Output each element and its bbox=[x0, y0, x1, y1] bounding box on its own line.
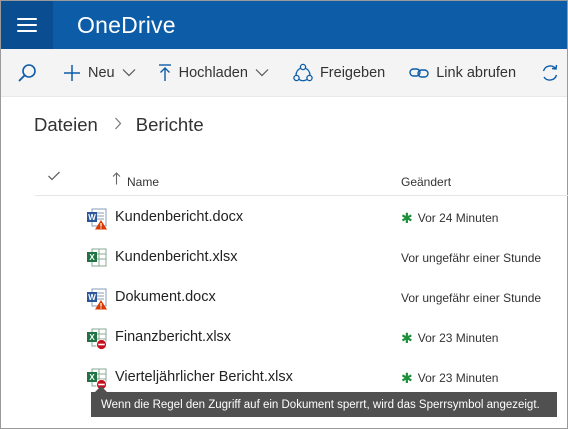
new-button-label: Neu bbox=[88, 64, 115, 81]
file-modified: Vor ungefähr einer Stunde bbox=[401, 291, 542, 305]
tooltip: Wenn die Regel den Zugriff auf ein Dokum… bbox=[91, 392, 557, 417]
file-row[interactable]: W Kundenbericht.docx ✱ Vor 24 Minuten bbox=[1, 197, 567, 237]
file-name[interactable]: Finanzbericht.xlsx bbox=[115, 329, 231, 345]
svg-text:X: X bbox=[89, 373, 95, 382]
breadcrumb: Dateien Berichte bbox=[34, 114, 204, 136]
excel-file-icon: X bbox=[87, 248, 107, 267]
breadcrumb-root[interactable]: Dateien bbox=[34, 114, 98, 136]
hamburger-icon bbox=[17, 17, 37, 33]
file-row[interactable]: X Finanzbericht.xlsx ✱ Vor 23 Minuten bbox=[1, 317, 567, 357]
word-file-icon: W bbox=[87, 208, 107, 230]
file-row[interactable]: W Dokument.docx Vor ungefähr einer Stund… bbox=[1, 277, 567, 317]
file-name[interactable]: Kundenbericht.docx bbox=[115, 209, 243, 225]
app-title[interactable]: OneDrive bbox=[77, 12, 176, 39]
file-modified: ✱ Vor 24 Minuten bbox=[401, 210, 499, 226]
new-button[interactable]: Neu bbox=[63, 49, 136, 96]
new-item-star-icon: ✱ bbox=[401, 370, 413, 386]
file-name[interactable]: Kundenbericht.xlsx bbox=[115, 249, 238, 265]
chevron-down-icon bbox=[255, 69, 269, 77]
svg-text:W: W bbox=[88, 293, 96, 302]
file-row[interactable]: X Vierteljährlicher Bericht.xlsx ✱ Vor 23… bbox=[1, 357, 567, 397]
file-modified: ✱ Vor 23 Minuten bbox=[401, 370, 499, 386]
search-button[interactable] bbox=[17, 49, 37, 96]
new-item-star-icon: ✱ bbox=[401, 210, 413, 226]
file-row[interactable]: X Kundenbericht.xlsx Vor ungefähr einer … bbox=[1, 237, 567, 277]
select-all-checkmark-icon[interactable] bbox=[47, 170, 61, 182]
file-modified: ✱ Vor 23 Minuten bbox=[401, 330, 499, 346]
word-file-icon: W bbox=[87, 288, 107, 310]
column-header-name[interactable]: Name bbox=[127, 175, 159, 189]
breadcrumb-current: Berichte bbox=[135, 114, 204, 135]
upload-button-label: Hochladen bbox=[178, 64, 248, 81]
header-divider bbox=[35, 195, 568, 196]
sync-button[interactable] bbox=[540, 49, 560, 96]
command-bar: Neu Hochladen Freigeben Link abrufen bbox=[1, 49, 567, 97]
excel-file-icon: X bbox=[87, 328, 107, 350]
svg-text:W: W bbox=[88, 213, 96, 222]
file-name[interactable]: Vierteljährlicher Bericht.xlsx bbox=[115, 369, 293, 385]
svg-text:X: X bbox=[89, 333, 95, 342]
column-header-modified[interactable]: Geändert bbox=[401, 175, 451, 189]
sort-ascending-icon bbox=[112, 172, 121, 185]
share-button-label: Freigeben bbox=[319, 64, 386, 81]
upload-button[interactable]: Hochladen bbox=[158, 49, 269, 96]
app-header: OneDrive bbox=[1, 1, 567, 49]
file-name[interactable]: Dokument.docx bbox=[115, 289, 216, 305]
plus-icon bbox=[64, 64, 80, 81]
share-icon bbox=[293, 63, 313, 81]
upload-icon bbox=[158, 63, 171, 81]
file-modified: Vor ungefähr einer Stunde bbox=[401, 251, 542, 265]
sync-icon bbox=[542, 64, 558, 81]
chevron-down-icon bbox=[122, 69, 136, 77]
chevron-right-icon bbox=[114, 117, 122, 134]
list-header: Name Geändert bbox=[1, 166, 567, 196]
new-item-star-icon: ✱ bbox=[401, 330, 413, 346]
link-icon bbox=[409, 67, 429, 78]
menu-button[interactable] bbox=[1, 1, 53, 49]
search-icon bbox=[18, 63, 36, 82]
svg-text:X: X bbox=[89, 253, 95, 262]
share-button[interactable]: Freigeben bbox=[293, 49, 386, 96]
get-link-button[interactable]: Link abrufen bbox=[409, 49, 517, 96]
get-link-button-label: Link abrufen bbox=[436, 64, 517, 81]
